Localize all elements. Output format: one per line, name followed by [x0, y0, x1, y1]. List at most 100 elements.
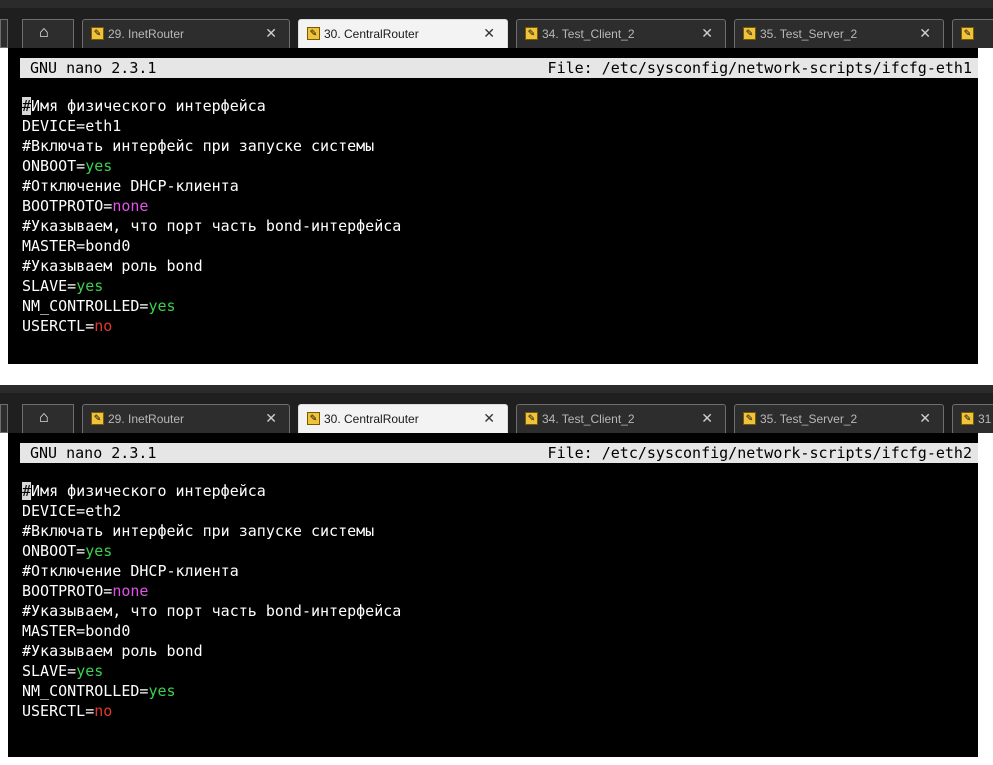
tab-test-server-2[interactable]: ✎ 35. Test_Server_2 ✕ — [734, 19, 944, 48]
config-value: yes — [76, 662, 104, 680]
file-line: #Имя физического интерфейса — [22, 481, 401, 501]
file-line: BOOTPROTO=none — [22, 581, 401, 601]
file-line: #Включать интерфейс при запуске системы — [22, 521, 401, 541]
line-text: Имя физического интерфейса — [31, 482, 266, 500]
wrench-icon: ✎ — [743, 412, 756, 425]
close-icon[interactable]: ✕ — [701, 410, 713, 427]
config-value: yes — [85, 157, 113, 175]
close-icon[interactable]: ✕ — [265, 25, 277, 42]
config-key: DEVICE= — [22, 117, 86, 135]
config-key: MASTER= — [22, 622, 86, 640]
file-line: USERCTL=no — [22, 316, 401, 336]
close-icon[interactable]: ✕ — [701, 25, 713, 42]
menu-bar — [0, 0, 993, 8]
close-icon[interactable]: ✕ — [919, 410, 931, 427]
config-key: BOOTPROTO= — [22, 582, 113, 600]
wrench-icon: ✎ — [525, 27, 538, 40]
config-key: USERCTL= — [22, 702, 95, 720]
config-value: yes — [85, 542, 113, 560]
tab-test-server-2[interactable]: ✎ 35. Test_Server_2 ✕ — [734, 404, 944, 433]
tab-inetrouter[interactable]: ✎ 29. InetRouter ✕ — [82, 19, 290, 48]
close-icon[interactable]: ✕ — [483, 25, 495, 42]
file-line: DEVICE=eth1 — [22, 116, 401, 136]
config-key: NM_CONTROLLED= — [22, 682, 149, 700]
file-path: File: /etc/sysconfig/network-scripts/ifc… — [547, 59, 972, 77]
config-key: SLAVE= — [22, 277, 77, 295]
file-line: ONBOOT=yes — [22, 541, 401, 561]
tab-bar: ⌂ ✎ 29. InetRouter ✕ ✎ 30. CentralRouter… — [0, 8, 993, 48]
tab-test-client-2[interactable]: ✎ 34. Test_Client_2 ✕ — [516, 19, 726, 48]
file-line: #Включать интерфейс при запуске системы — [22, 136, 401, 156]
text-cursor: # — [22, 482, 32, 500]
config-value: none — [112, 582, 149, 600]
tab-label: 35. Test_Server_2 — [760, 412, 858, 426]
config-value: eth2 — [85, 502, 122, 520]
config-key: SLAVE= — [22, 662, 77, 680]
menu-bar — [0, 385, 993, 393]
line-text: Имя физического интерфейса — [31, 97, 266, 115]
config-value: eth1 — [85, 117, 122, 135]
tab-edge — [0, 19, 8, 48]
close-icon[interactable]: ✕ — [483, 410, 495, 427]
comment-text: #Отключение DHCP-клиента — [22, 177, 239, 195]
config-value: yes — [148, 297, 176, 315]
tab-edge — [0, 404, 8, 433]
file-line: NM_CONTROLLED=yes — [22, 296, 401, 316]
comment-text: #Указываем, что порт часть bond-интерфей… — [22, 602, 402, 620]
comment-text: #Включать интерфейс при запуске системы — [22, 137, 375, 155]
wrench-icon: ✎ — [525, 412, 538, 425]
nano-title-bar: GNU nano 2.3.1 File: /etc/sysconfig/netw… — [20, 58, 978, 78]
editor-panel-eth1: ⌂ ✎ 29. InetRouter ✕ ✎ 30. CentralRouter… — [0, 0, 993, 368]
file-content[interactable]: #Имя физического интерфейса DEVICE=eth2 #В… — [22, 481, 401, 721]
wrench-icon: ✎ — [307, 27, 320, 40]
tab-label: 30. CentralRouter — [324, 412, 419, 426]
comment-text: #Отключение DHCP-клиента — [22, 562, 239, 580]
file-line: SLAVE=yes — [22, 661, 401, 681]
file-line: #Имя физического интерфейса — [22, 96, 401, 116]
tab-label: 29. InetRouter — [108, 27, 185, 41]
file-line: #Указываем, что порт часть bond-интерфей… — [22, 216, 401, 236]
editor-panel-eth2: ⌂ ✎ 29. InetRouter ✕ ✎ 30. CentralRouter… — [0, 385, 993, 765]
tab-centralrouter[interactable]: ✎ 30. CentralRouter ✕ — [298, 19, 508, 48]
tab-bar: ⌂ ✎ 29. InetRouter ✕ ✎ 30. CentralRouter… — [0, 393, 993, 433]
comment-text: #Указываем, что порт часть bond-интерфей… — [22, 217, 402, 235]
file-line: #Отключение DHCP-клиента — [22, 561, 401, 581]
close-icon[interactable]: ✕ — [919, 25, 931, 42]
terminal[interactable]: GNU nano 2.3.1 File: /etc/sysconfig/netw… — [8, 433, 978, 757]
comment-text: #Включать интерфейс при запуске системы — [22, 522, 375, 540]
comment-text: #Указываем роль bond — [22, 257, 203, 275]
file-line: BOOTPROTO=none — [22, 196, 401, 216]
file-line: USERCTL=no — [22, 701, 401, 721]
home-tab[interactable]: ⌂ — [22, 404, 74, 433]
config-value: no — [94, 317, 113, 335]
home-tab[interactable]: ⌂ — [22, 19, 74, 48]
file-content[interactable]: #Имя физического интерфейса DEVICE=eth1 #В… — [22, 96, 401, 336]
tab-inetrouter[interactable]: ✎ 29. InetRouter ✕ — [82, 404, 290, 433]
file-path: File: /etc/sysconfig/network-scripts/ifc… — [547, 444, 972, 462]
wrench-icon: ✎ — [307, 412, 320, 425]
wrench-icon: ✎ — [91, 27, 104, 40]
config-key: USERCTL= — [22, 317, 95, 335]
terminal[interactable]: GNU nano 2.3.1 File: /etc/sysconfig/netw… — [8, 48, 978, 364]
comment-text: #Указываем роль bond — [22, 642, 203, 660]
tab-centralrouter[interactable]: ✎ 30. CentralRouter ✕ — [298, 404, 508, 433]
tab-label: 31 — [978, 412, 992, 426]
nano-version: GNU nano 2.3.1 — [30, 444, 157, 462]
tab-label: 34. Test_Client_2 — [542, 412, 635, 426]
tab-overflow[interactable]: ✎ 31 — [952, 404, 993, 433]
home-icon: ⌂ — [39, 24, 49, 41]
config-value: bond0 — [85, 237, 131, 255]
file-line: #Указываем, что порт часть bond-интерфей… — [22, 601, 401, 621]
text-cursor: # — [22, 97, 32, 115]
wrench-icon: ✎ — [961, 27, 974, 40]
wrench-icon: ✎ — [91, 412, 104, 425]
tab-overflow[interactable]: ✎ — [952, 19, 993, 48]
nano-title-bar: GNU nano 2.3.1 File: /etc/sysconfig/netw… — [20, 443, 978, 463]
config-key: ONBOOT= — [22, 542, 86, 560]
config-key: DEVICE= — [22, 502, 86, 520]
file-line: #Отключение DHCP-клиента — [22, 176, 401, 196]
close-icon[interactable]: ✕ — [265, 410, 277, 427]
tab-test-client-2[interactable]: ✎ 34. Test_Client_2 ✕ — [516, 404, 726, 433]
config-value: bond0 — [85, 622, 131, 640]
tab-label: 30. CentralRouter — [324, 27, 419, 41]
